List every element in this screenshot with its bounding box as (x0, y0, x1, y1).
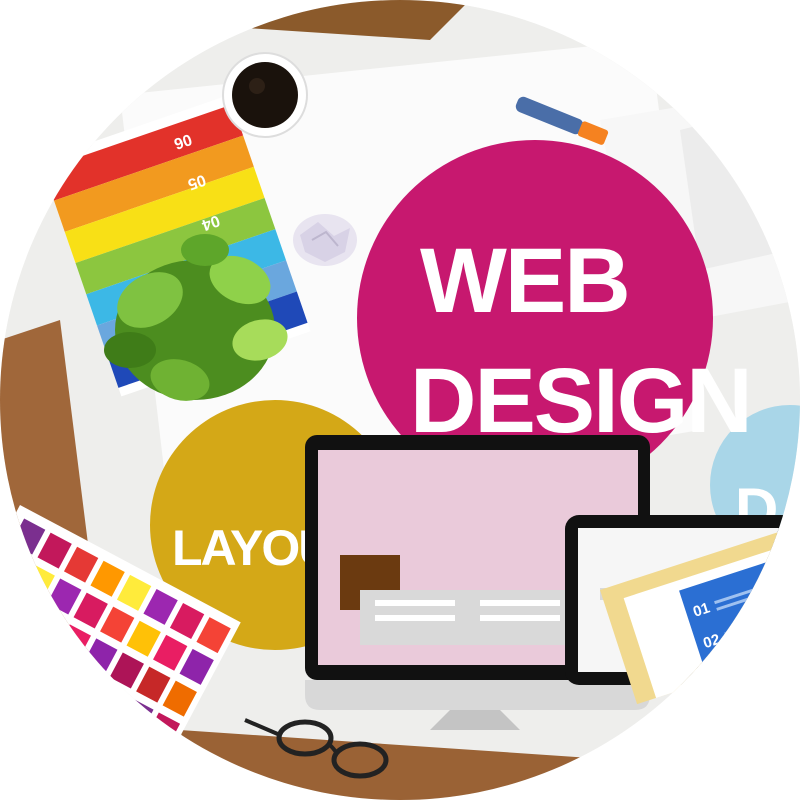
coffee-cup-icon (222, 52, 308, 138)
circular-photo-frame: 06 05 04 03 (0, 0, 800, 800)
desk-scene: 06 05 04 03 (0, 0, 800, 800)
crumpled-paper-icon (293, 214, 357, 266)
hero-image: 06 05 04 03 (0, 0, 800, 800)
web-design-title-line1: WEB (420, 230, 629, 332)
